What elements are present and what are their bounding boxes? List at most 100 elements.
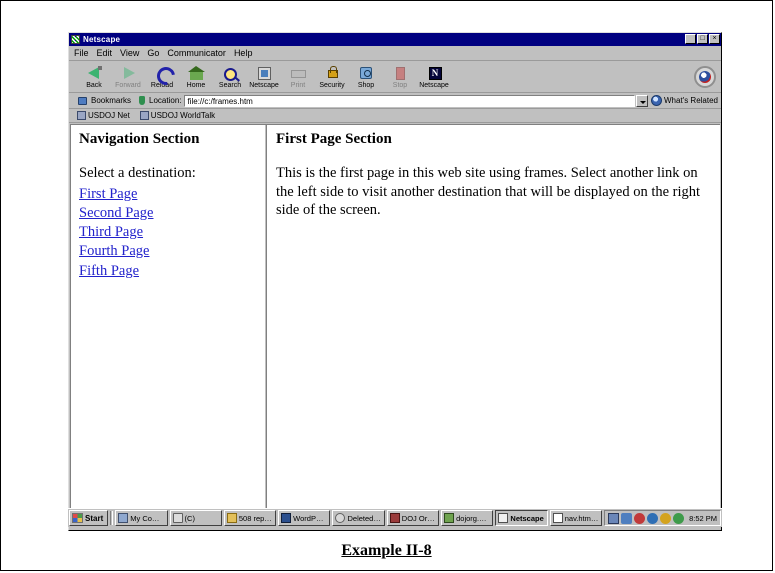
menu-item-communicator[interactable]: Communicator [167,48,226,58]
bookmarks-button[interactable]: Bookmarks [77,95,131,106]
windows-flag-icon [72,513,83,523]
windows-taskbar: Start My Computer (C) 508 report edits W… [68,508,722,527]
back-button[interactable]: Back [77,65,111,89]
link-fourth-page[interactable]: Fourth Page [79,242,149,261]
url-input[interactable]: file://c:/frames.htm [184,94,635,107]
window-title-bar: Netscape _ □ × [69,33,721,46]
chevron-down-icon[interactable] [636,94,648,107]
doj-icon [389,513,400,523]
notepad-icon [552,513,563,523]
system-tray: 8:52 PM [604,510,721,526]
my-computer-icon [118,513,129,523]
taskbar-item-508-report-edits[interactable]: 508 report edits [223,510,277,526]
taskbar-buttons: My Computer (C) 508 report edits WordPer… [115,510,603,526]
netscape-n-icon: N [426,66,443,81]
netscape-button[interactable]: N Netscape [417,65,451,89]
taskbar-item-nav-htm[interactable]: nav.htm - Not... [549,510,603,526]
printer-icon [290,66,307,81]
netscape-page-icon [256,66,273,81]
search-icon [222,66,239,81]
home-icon [187,66,205,81]
forward-button[interactable]: Forward [111,65,145,89]
taskbar-item-dojorg-bmp[interactable]: dojorg.bmp - ... [441,510,494,526]
bookmarks-label: Bookmarks [91,96,132,105]
link-first-page[interactable]: First Page [79,185,137,204]
link-fifth-page[interactable]: Fifth Page [79,262,139,281]
netscape-icon [498,513,509,523]
personal-toolbar: USDOJ Net USDOJ WorldTalk [69,109,721,123]
window-title: Netscape [83,35,121,44]
toolbar-buttons: Back Forward Reload Home Search Netscape… [77,63,451,89]
taskbar-item-drive-c[interactable]: (C) [169,510,222,526]
content-heading: First Page Section [276,131,392,147]
navigation-link-list: First Page Second Page Third Page Fourth… [79,185,256,281]
app-icon-1[interactable] [647,512,659,524]
netscape-page-button[interactable]: Netscape [247,65,281,89]
bookmark-folder-icon [139,111,149,120]
bookmark-usdoj-net[interactable]: USDOJ Net [77,111,130,120]
maximize-button[interactable]: □ [697,34,708,44]
navigation-frame: Navigation Section Select a destination:… [71,125,264,510]
stop-icon [392,66,409,81]
padlock-icon [324,66,341,81]
taskbar-item-wordperfect[interactable]: WordPerfect ... [278,510,331,526]
location-label: Location: [149,96,182,105]
whats-related-button[interactable]: What's Related [651,95,718,106]
display-icon[interactable] [608,512,620,524]
folder-icon [226,513,237,523]
navigation-heading: Navigation Section [79,131,200,147]
app-icon-2[interactable] [660,512,672,524]
netscape-app-icon [71,35,80,44]
reload-icon [152,63,179,89]
security-button[interactable]: Security [315,65,349,89]
netscape-throbber-icon[interactable] [694,65,716,88]
print-button[interactable]: Print [281,65,315,89]
reload-button[interactable]: Reload [145,63,179,89]
start-label: Start [85,513,104,523]
bookmark-folder-icon [77,111,86,120]
whats-related-label: What's Related [664,96,718,105]
menu-bar: File Edit View Go Communicator Help [69,46,721,61]
shop-button[interactable]: Shop [349,65,383,89]
start-button[interactable]: Start [69,510,109,526]
volume-icon[interactable] [621,512,633,524]
content-frame: First Page Section This is the first pag… [267,125,720,510]
netscape-window: Netscape _ □ × File Edit View Go Communi… [68,32,722,531]
bookmark-label: USDOJ Net [88,111,130,120]
paint-icon [444,513,455,523]
menu-item-edit[interactable]: Edit [97,48,113,58]
link-third-page[interactable]: Third Page [79,223,143,242]
taskbar-item-my-computer[interactable]: My Computer [115,510,168,526]
globe-icon [651,95,662,106]
taskbar-divider [110,511,114,525]
stop-button[interactable]: Stop [383,65,417,89]
forward-arrow-icon [120,66,137,81]
figure-page: Netscape _ □ × File Edit View Go Communi… [0,0,773,571]
home-button[interactable]: Home [179,65,213,89]
bookmark-label: USDOJ WorldTalk [150,111,216,120]
norton-icon[interactable] [634,512,646,524]
menu-item-help[interactable]: Help [234,48,253,58]
menu-item-go[interactable]: Go [147,48,159,58]
navigation-intro: Select a destination: [79,165,196,181]
window-control-buttons: _ □ × [685,34,720,44]
clock[interactable]: 8:52 PM [689,514,717,523]
location-toolbar: Bookmarks Location: file://c:/frames.htm… [69,93,721,109]
taskbar-item-deleted-items[interactable]: Deleted Items... [332,510,385,526]
taskbar-item-doj-organiza[interactable]: DOJ Organiza... [386,510,440,526]
frameset-content: Navigation Section Select a destination:… [70,124,720,510]
drive-icon [172,513,183,523]
content-body: This is the first page in this web site … [276,165,701,219]
minimize-button[interactable]: _ [685,34,696,44]
search-button[interactable]: Search [213,65,247,89]
app-icon-3[interactable] [673,512,685,524]
bookmark-usdoj-worldtalk[interactable]: USDOJ WorldTalk [139,111,216,120]
wordperfect-icon [281,513,292,523]
menu-item-file[interactable]: File [74,48,89,58]
close-button[interactable]: × [709,34,720,44]
taskbar-item-netscape[interactable]: Netscape [495,510,548,526]
menu-item-view[interactable]: View [120,48,139,58]
figure-caption: Example II-8 [341,542,432,559]
link-second-page[interactable]: Second Page [79,204,154,223]
navigation-toolbar: Back Forward Reload Home Search Netscape… [69,61,721,93]
